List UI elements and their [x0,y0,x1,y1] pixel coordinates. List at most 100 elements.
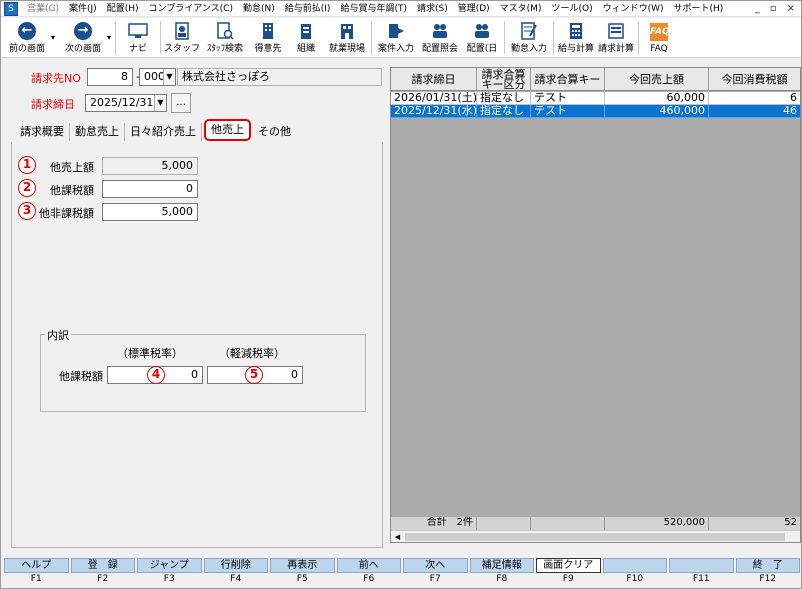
breakdown-group: 内訳 （標準税率） （軽減税率） 他課税額 0 0 4 5 [40,327,366,412]
tab-other-sales[interactable]: 他売上 [204,119,251,141]
form-panel: 請求先NO 8 - 000 ▼ 株式会社さっぽろ 請求締日 2025/12/31… [5,63,388,553]
tab-billing-summary[interactable]: 請求概要 [15,123,70,141]
arrow-left-icon: ← [18,21,36,40]
staff-button[interactable]: スタッフ [163,18,201,57]
tab-strip: 請求概要 勤怠売上 日々紹介売上 他売上 その他 [15,119,296,141]
scroll-thumb[interactable] [405,533,785,541]
monitor-icon [128,22,148,38]
tab-daily-referral-sales[interactable]: 日々紹介売上 [125,123,202,141]
exit-button[interactable]: 終 了 [735,558,800,573]
project-entry-button[interactable]: 案件入力 [374,18,418,57]
attendance-entry-button[interactable]: 勤怠入力 [507,18,551,57]
breakdown-title: 内訳 [45,327,71,343]
clear-screen-button[interactable]: 画面クリア [536,558,601,573]
other-nontaxable-label: 他非課税額 [39,207,94,220]
f11-button[interactable] [669,558,734,573]
delete-row-button[interactable]: 行削除 [203,558,268,573]
payroll-calc-button[interactable]: 給与計算 [556,18,596,57]
window-controls: _ ▫ × [755,3,801,14]
total-count: 合計 2件 [391,517,477,530]
menu-window[interactable]: ウィンドウ(W) [598,1,669,17]
menu-master[interactable]: マスタ(M) [495,1,547,17]
faq-button[interactable]: FAQ FAQ [641,18,677,57]
billing-calc-button[interactable]: 請求計算 [596,18,636,57]
minimize-icon[interactable]: _ [755,3,760,14]
refresh-button[interactable]: 再表示 [270,558,335,573]
col-tax[interactable]: 今回消費税額 [709,68,800,91]
billing-icon [608,22,624,39]
chevron-down-icon[interactable]: ▼ [163,69,175,85]
menu-bar: S 営業(G) 案件(J) 配置(H) コンプライアンス(C) 勤怠(N) 給与… [1,1,801,17]
back-dropdown-icon[interactable]: ▾ [51,33,55,42]
horizontal-scrollbar[interactable]: ◀ [391,530,800,542]
restore-icon[interactable]: ▫ [770,3,777,14]
menu-attendance[interactable]: 勤怠(N) [238,1,280,17]
previous-button[interactable]: 前へ [336,558,401,573]
staff-search-button[interactable]: ｽﾀｯﾌ検索 [201,18,249,57]
invoice-branch-select[interactable]: 000 ▼ [139,68,176,86]
standard-rate-label: （標準税率） [117,347,183,360]
organization-button[interactable]: 組織 [287,18,325,57]
help-button[interactable]: ヘルプ [4,558,69,573]
next-button[interactable]: 次へ [403,558,468,573]
menu-sales[interactable]: 営業(G) [22,1,64,17]
menu-project[interactable]: 案件(J) [64,1,102,17]
client-button[interactable]: 得意先 [249,18,287,57]
f10-button[interactable] [602,558,667,573]
tab-other[interactable]: その他 [253,123,296,141]
app-window: S 営業(G) 案件(J) 配置(H) コンプライアンス(C) 勤怠(N) 給与… [0,0,802,589]
navi-button[interactable]: ナビ [118,18,158,57]
close-date-select[interactable]: 2025/12/31 ▼ [85,94,167,112]
staff-icon [175,21,189,40]
table-row[interactable]: 2026/01/31(土) 指定なし テスト 60,000 6 [391,92,800,105]
supplement-info-button[interactable]: 補足情報 [469,558,534,573]
arrow-right-icon: → [74,21,93,40]
faq-icon: FAQ [650,23,670,41]
marker-5: 5 [245,366,263,384]
other-sales-label: 他売上額 [50,161,94,174]
placement-inquiry-button[interactable]: 配置照会 [418,18,462,57]
col-key-type[interactable]: 請求合算 キー区分 [477,68,531,91]
col-close-date[interactable]: 請求締日 [391,68,477,91]
placement-daily-button[interactable]: 配置(日 [462,18,502,57]
total-sales: 520,000 [605,517,709,530]
tab-attendance-sales[interactable]: 勤怠売上 [70,123,125,141]
other-sales-field: 5,000 [102,157,198,175]
menu-compliance[interactable]: コンプライアンス(C) [143,1,238,17]
other-nontaxable-field[interactable]: 5,000 [102,203,198,221]
app-icon[interactable]: S [4,1,18,16]
scroll-left-icon[interactable]: ◀ [391,531,404,542]
worksite-icon [341,23,354,39]
menu-placement[interactable]: 配置(H) [102,1,144,17]
menu-advance-pay[interactable]: 給与前払(I) [280,1,336,17]
register-button[interactable]: 登 録 [70,558,135,573]
forward-dropdown-icon[interactable]: ▾ [107,33,111,42]
forward-button[interactable]: → 次の画面 [57,18,109,57]
worksite-button[interactable]: 就業現場 [325,18,369,57]
jump-button[interactable]: ジャンプ [137,558,202,573]
marker-4: 4 [147,366,165,384]
billing-grid: 請求締日 請求合算 キー区分 請求合算キー 今回売上額 今回消費税額 2026/… [390,67,801,543]
building-icon [263,22,274,39]
organization-icon [301,23,312,39]
calculator-icon [570,22,583,39]
menu-support[interactable]: サポート(H) [669,1,729,17]
staff-search-icon [217,21,234,40]
other-taxable-field[interactable]: 0 [102,180,198,198]
menu-payroll[interactable]: 給与賞与年調(T) [335,1,412,17]
marker-2: 2 [18,179,36,197]
invoice-no-field[interactable]: 8 [87,68,133,86]
chevron-down-icon[interactable]: ▼ [154,95,166,111]
menu-tools[interactable]: ツール(O) [546,1,597,17]
menu-billing[interactable]: 請求(S) [412,1,453,17]
table-row-selected[interactable]: 2025/12/31(水) 指定なし テスト 460,000 46 [391,105,800,118]
close-icon[interactable]: × [787,3,795,14]
col-key[interactable]: 請求合算キー [531,68,605,91]
menu-admin[interactable]: 管理(D) [453,1,495,17]
invoice-no-label: 請求先NO [31,72,81,85]
marker-1: 1 [18,156,36,174]
other-taxable-label: 他課税額 [50,184,94,197]
col-sales[interactable]: 今回売上額 [605,68,709,91]
close-date-picker-button[interactable]: ... [171,93,191,113]
back-button[interactable]: ← 前の画面 [1,18,53,57]
